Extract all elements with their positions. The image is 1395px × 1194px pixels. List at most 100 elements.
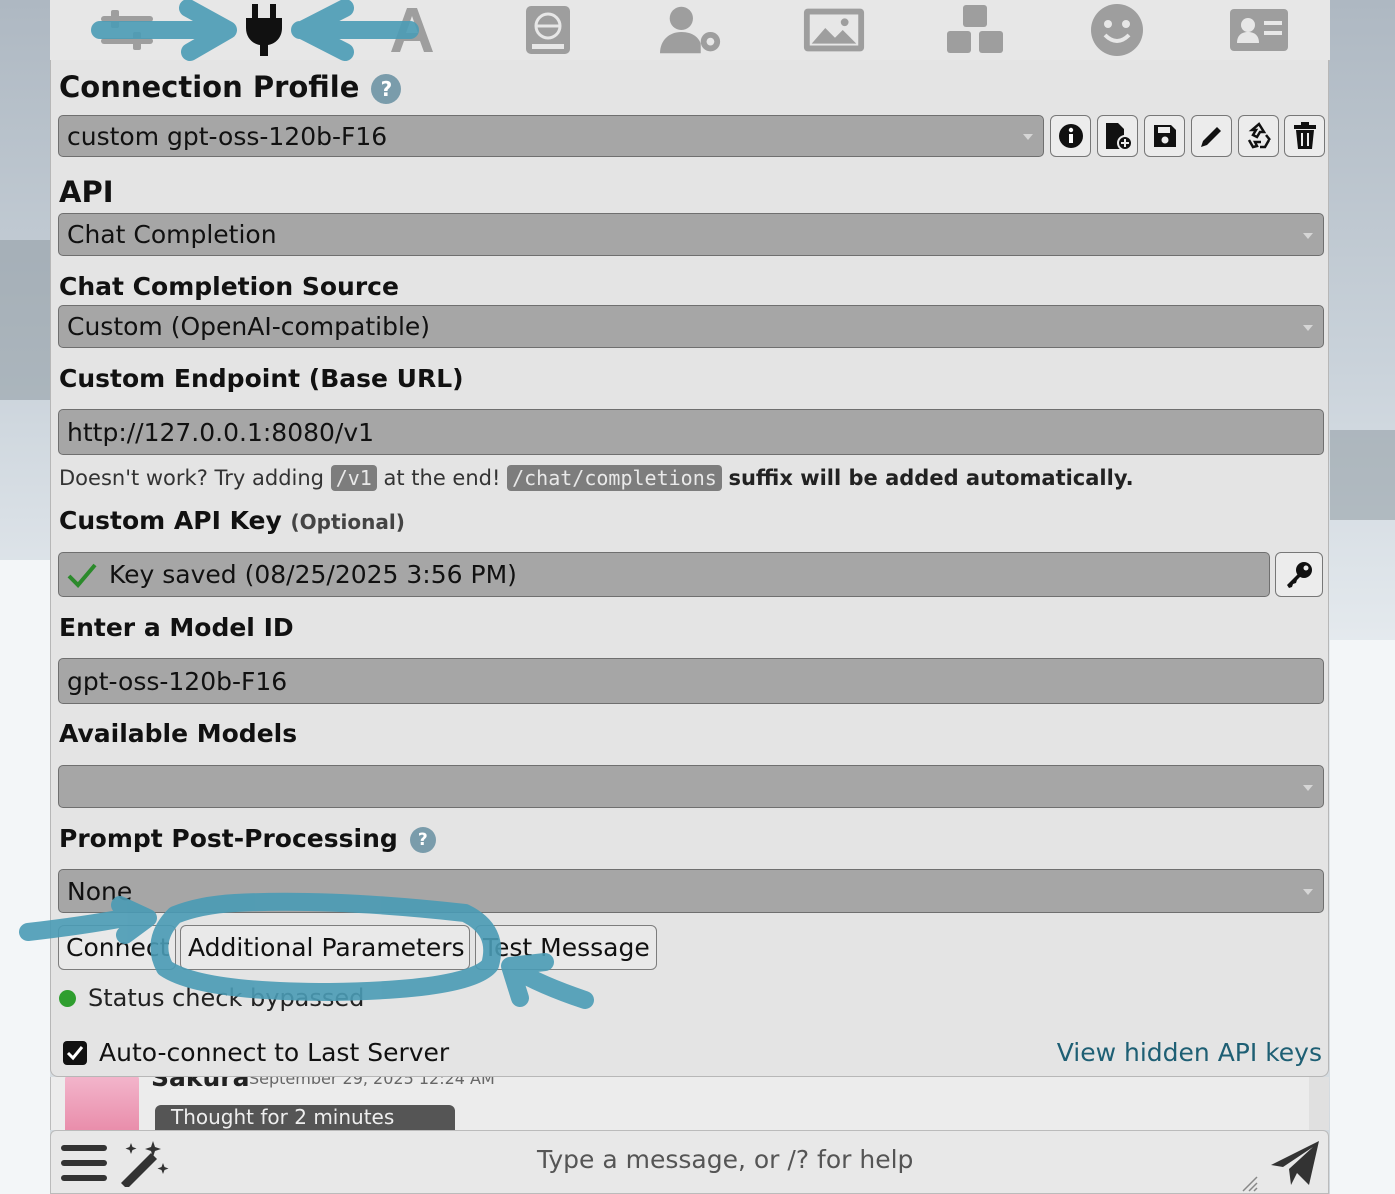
chat-source-heading: Chat Completion Source [59,272,399,301]
profile-save-button[interactable] [1144,115,1185,157]
chevron-down-icon [1023,134,1033,140]
plug-icon [246,4,282,56]
id-card-icon [1230,9,1288,51]
save-icon [1153,125,1176,147]
view-hidden-keys-link[interactable]: View hidden API keys [1057,1038,1322,1067]
font-icon [391,8,433,52]
chat-source-value: Custom (OpenAI-compatible) [67,312,431,341]
info-icon [1058,124,1083,148]
api-value: Chat Completion [67,220,277,249]
status-text: Status check bypassed [88,984,365,1012]
endpoint-input[interactable]: http://127.0.0.1:8080/v1 [58,409,1324,455]
status-indicator: Status check bypassed [59,984,364,1012]
available-models-heading: Available Models [59,719,298,748]
connect-button[interactable]: Connect [58,925,176,970]
auto-connect-checkbox[interactable] [63,1040,87,1065]
tab-world-info[interactable] [516,4,580,56]
hint-suffix: suffix will be added automatically. [728,466,1134,490]
endpoint-value: http://127.0.0.1:8080/v1 [67,417,375,447]
api-select[interactable]: Chat Completion [58,213,1324,256]
trash-icon [1293,122,1316,149]
auto-connect-row[interactable]: Auto-connect to Last Server [63,1038,449,1067]
new-file-icon [1105,123,1132,151]
message-date: September 29, 2025 12:24 AM [249,1077,495,1088]
mountain-right [1330,430,1395,520]
tab-user-settings[interactable] [660,4,724,56]
api-heading: API [59,175,114,209]
api-key-button[interactable] [1275,552,1323,597]
profile-delete-button[interactable] [1284,115,1325,157]
post-processing-heading: Prompt Post-Processing? [59,824,436,853]
post-processing-value: None [67,876,133,906]
tab-backgrounds[interactable] [802,4,866,56]
recycle-icon [1247,122,1271,149]
chevron-down-icon [1303,784,1313,791]
chevron-down-icon [1303,232,1313,239]
status-dot-icon [59,989,76,1007]
key-icon [1287,561,1312,588]
message-placeholder[interactable]: Type a message, or /? for help [537,1145,913,1174]
chat-message-peek: Sakura September 29, 2025 12:24 AM Thoug… [50,1077,1311,1130]
book-globe-icon [526,6,570,54]
hint-code-completions: /chat/completions [507,465,722,491]
api-key-input[interactable]: Key saved (08/25/2025 3:56 PM) [58,552,1270,597]
tab-persona[interactable] [1085,4,1149,56]
resize-handle-icon[interactable] [1241,1175,1259,1193]
chevron-down-icon [1303,324,1313,331]
snow-left [0,560,50,1194]
connection-profile-title: Connection Profile [59,70,360,104]
chevron-down-icon [1303,889,1313,895]
check-icon [67,563,97,588]
additional-parameters-button[interactable]: Additional Parameters [180,925,470,970]
test-message-button[interactable]: Test Message [475,925,657,970]
api-key-status: Key saved (08/25/2025 3:56 PM) [109,560,517,589]
endpoint-hint: Doesn't work? Try adding /v1 at the end!… [59,465,1134,491]
user-gear-icon [660,6,721,54]
chat-source-select[interactable]: Custom (OpenAI-compatible) [58,305,1324,348]
sliders-icon [101,10,153,50]
message-input-bar: Type a message, or /? for help [50,1130,1329,1194]
send-icon[interactable] [1269,1139,1321,1187]
available-models-select[interactable] [58,765,1324,808]
profile-info-button[interactable] [1050,115,1091,157]
connection-profile-value: custom gpt-oss-120b-F16 [67,121,388,151]
pencil-icon [1200,127,1221,147]
connection-profile-heading: Connection Profile? [59,70,402,104]
tab-ai-settings[interactable] [95,4,159,56]
smiley-icon [1091,4,1143,56]
profile-reload-button[interactable] [1238,115,1279,157]
menu-icon[interactable] [61,1143,107,1183]
tab-extensions[interactable] [943,4,1007,56]
top-navigation [50,0,1330,61]
profile-rename-button[interactable] [1191,115,1232,157]
api-key-label: Custom API Key [59,506,282,535]
model-id-value: gpt-oss-120b-F16 [67,666,288,696]
api-connections-panel: Connection Profile? custom gpt-oss-120b-… [50,60,1329,1077]
tab-characters[interactable] [1227,4,1291,56]
endpoint-heading: Custom Endpoint (Base URL) [59,364,464,393]
magic-wand-icon[interactable] [117,1139,171,1187]
model-id-input[interactable]: gpt-oss-120b-F16 [58,658,1324,704]
snow-right [1330,640,1395,1194]
post-processing-label: Prompt Post-Processing [59,824,398,853]
connection-profile-select[interactable]: custom gpt-oss-120b-F16 [58,115,1044,157]
auto-connect-label: Auto-connect to Last Server [99,1038,450,1067]
chat-scrollbar[interactable] [1309,1077,1329,1130]
api-key-heading: Custom API Key (Optional) [59,506,405,535]
post-processing-select[interactable]: None [58,869,1324,913]
api-key-optional: (Optional) [290,510,405,534]
help-icon[interactable]: ? [409,827,436,853]
help-icon[interactable]: ? [371,74,402,104]
thought-toggle[interactable]: Thought for 2 minutes [155,1105,455,1130]
message-author: Sakura [151,1077,250,1092]
checkmark-icon [66,1045,84,1060]
tab-formatting[interactable] [380,4,444,56]
model-id-heading: Enter a Model ID [59,613,294,642]
avatar[interactable] [65,1077,139,1130]
tab-api-connections[interactable] [232,4,296,56]
hint-middle: at the end! [383,466,501,490]
image-icon [803,8,865,52]
cubes-icon [947,5,1003,53]
profile-create-button[interactable] [1097,115,1138,157]
hint-code-v1: /v1 [330,465,377,491]
